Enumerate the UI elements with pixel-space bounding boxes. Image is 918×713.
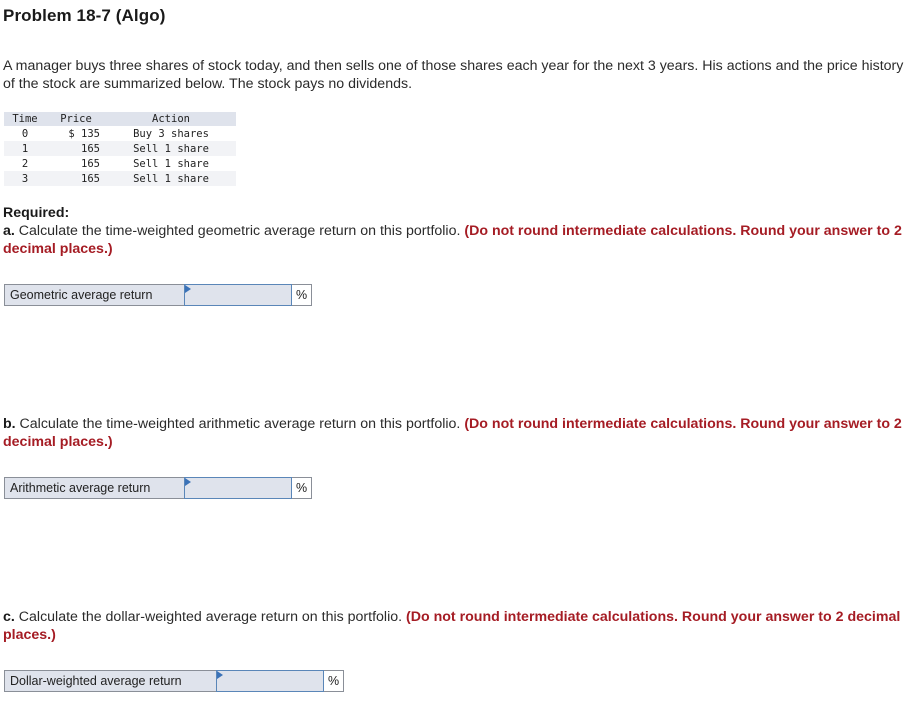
header-action: Action <box>106 112 236 126</box>
question-text: Calculate the time-weighted arithmetic a… <box>15 416 465 432</box>
table-row: 3 165 Sell 1 share <box>4 171 236 186</box>
table-header-row: Time Price Action <box>4 112 236 126</box>
question-letter: c. <box>3 609 15 625</box>
cell-action: Sell 1 share <box>106 141 236 156</box>
cell-action: Sell 1 share <box>133 157 209 170</box>
question-c: c. Calculate the dollar-weighted average… <box>3 608 915 644</box>
answer-row-geometric: Geometric average return % <box>4 284 313 306</box>
cell-price: 165 <box>81 157 100 170</box>
stock-actions-table: Time Price Action 0 $ 135 Buy 3 shares 1… <box>4 112 236 186</box>
answer-input-wrapper <box>184 284 292 306</box>
dollar-weighted-average-return-input[interactable] <box>216 670 324 692</box>
cell-time: 1 <box>4 141 46 156</box>
geometric-average-return-input[interactable] <box>184 284 292 306</box>
cell-action: Sell 1 share <box>106 171 236 186</box>
header-time: Time <box>4 112 46 126</box>
cell-time: 3 <box>4 171 46 186</box>
cell-price: 165 <box>46 171 106 186</box>
answer-input-wrapper <box>216 670 324 692</box>
problem-intro: A manager buys three shares of stock tod… <box>3 58 904 92</box>
table-row: 1 165 Sell 1 share <box>4 141 236 156</box>
cell-time: 2 <box>21 157 29 170</box>
arithmetic-average-return-input[interactable] <box>184 477 292 499</box>
required-label: Required: <box>3 205 70 221</box>
question-letter: b. <box>3 416 16 432</box>
answer-label: Dollar-weighted average return <box>4 670 216 692</box>
percent-unit: % <box>292 284 313 306</box>
cell-price: 165 <box>46 141 106 156</box>
answer-input-wrapper <box>184 477 292 499</box>
question-text: Calculate the time-weighted geometric av… <box>14 223 465 239</box>
cell-price: $ 135 <box>68 127 100 140</box>
question-text: Calculate the dollar-weighted average re… <box>14 609 407 625</box>
answer-label: Arithmetic average return <box>4 477 184 499</box>
percent-unit: % <box>292 477 313 499</box>
problem-title: Problem 18-7 (Algo) <box>3 6 166 25</box>
question-a: Required: a. Calculate the time-weighted… <box>3 204 915 258</box>
answer-row-arithmetic: Arithmetic average return % <box>4 477 313 499</box>
question-letter: a. <box>3 223 15 239</box>
cell-time: 0 <box>21 127 29 140</box>
table-row: 0 $ 135 Buy 3 shares <box>4 126 236 141</box>
header-price: Price <box>46 112 106 126</box>
percent-unit: % <box>324 670 345 692</box>
answer-row-dollar-weighted: Dollar-weighted average return % <box>4 670 345 692</box>
cell-action: Buy 3 shares <box>133 127 209 140</box>
question-b: b. Calculate the time-weighted arithmeti… <box>3 415 915 451</box>
table-row: 2 165 Sell 1 share <box>4 156 236 171</box>
answer-label: Geometric average return <box>4 284 184 306</box>
